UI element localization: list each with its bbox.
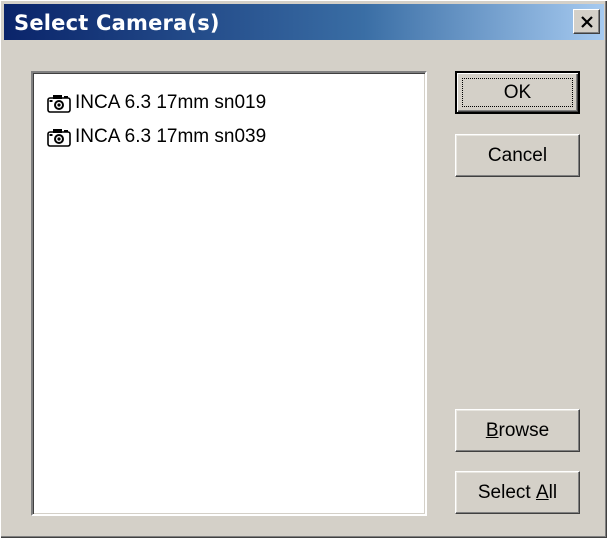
ok-button[interactable]: OK	[455, 71, 580, 114]
browse-mnemonic: B	[485, 419, 499, 441]
select-all-mnemonic: A	[535, 481, 549, 503]
camera-icon	[47, 93, 71, 113]
select-all-label-pre: Select	[477, 481, 536, 503]
window-title: Select Camera(s)	[14, 11, 220, 35]
camera-label: INCA 6.3 17mm sn039	[75, 126, 267, 147]
cancel-label: Cancel	[487, 144, 548, 166]
cancel-button[interactable]: Cancel	[455, 134, 580, 177]
camera-label: INCA 6.3 17mm sn019	[75, 92, 267, 113]
title-bar[interactable]: Select Camera(s)	[4, 4, 604, 40]
browse-label: rowse	[498, 419, 550, 441]
list-item[interactable]: INCA 6.3 17mm sn039	[47, 124, 266, 150]
camera-icon	[47, 127, 71, 147]
select-camera-dialog: Select Camera(s) INCA 6.3 17mm sn019 INC…	[0, 0, 608, 539]
select-all-label-rest: ll	[548, 481, 558, 503]
browse-button[interactable]: Browse	[455, 409, 580, 452]
close-icon	[580, 15, 593, 28]
camera-list[interactable]: INCA 6.3 17mm sn019 INCA 6.3 17mm sn039	[31, 71, 427, 516]
list-item[interactable]: INCA 6.3 17mm sn019	[47, 90, 266, 116]
close-button[interactable]	[573, 9, 600, 34]
focus-rectangle	[462, 78, 573, 107]
select-all-button[interactable]: Select All	[455, 471, 580, 514]
